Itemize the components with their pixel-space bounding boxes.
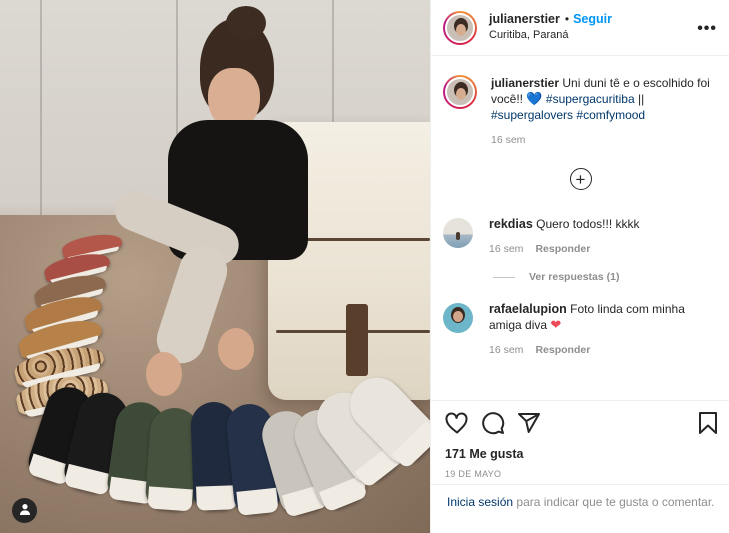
commenter-username[interactable]: rafaelalupion bbox=[489, 302, 567, 316]
post-date[interactable]: 19 DE MAYO bbox=[445, 469, 718, 479]
comment-age[interactable]: 16 sem bbox=[489, 243, 523, 255]
post-side-panel: julianerstier • Seguir Curitiba, Paraná ••… bbox=[430, 0, 729, 533]
comments-list[interactable]: julianerstier Uni duni tê e o escolhido … bbox=[431, 57, 729, 400]
blue-heart-emoji: 💙 bbox=[526, 91, 543, 106]
woman-foot bbox=[146, 352, 182, 396]
plus-circle-icon[interactable]: + bbox=[569, 168, 592, 190]
login-prompt: Inicia sesión para indicar que te gusta … bbox=[431, 484, 729, 511]
caption-separator: || bbox=[637, 92, 645, 106]
hashtag-link[interactable]: #supergalovers bbox=[491, 108, 573, 122]
likes-count[interactable]: 171 Me gusta bbox=[445, 447, 718, 461]
send-icon[interactable] bbox=[517, 411, 541, 435]
bookmark-icon[interactable] bbox=[698, 411, 718, 435]
caption-author-avatar[interactable] bbox=[443, 75, 477, 109]
view-replies-label: Ver respuestas (1) bbox=[529, 271, 620, 283]
caption-age[interactable]: 16 sem bbox=[491, 134, 525, 146]
post-photo[interactable] bbox=[0, 0, 430, 533]
location-link[interactable]: Curitiba, Paraná bbox=[489, 29, 612, 43]
follow-button[interactable]: Seguir bbox=[573, 12, 612, 26]
comment-item: rekdias Quero todos!!! kkkk 16 sem Respon… bbox=[431, 216, 729, 257]
header-separator: • bbox=[564, 11, 570, 26]
user-icon bbox=[19, 503, 31, 518]
commenter-username[interactable]: rekdias bbox=[489, 217, 533, 231]
login-link[interactable]: Inicia sesión bbox=[447, 495, 513, 509]
tagged-users-button[interactable] bbox=[12, 498, 37, 523]
reply-button[interactable]: Responder bbox=[535, 243, 590, 255]
comment-age[interactable]: 16 sem bbox=[489, 344, 523, 356]
author-username[interactable]: julianerstier bbox=[489, 12, 560, 26]
view-replies-button[interactable]: Ver respuestas (1) bbox=[493, 271, 729, 283]
login-prompt-text: para indicar que te gusta o comentar. bbox=[516, 495, 715, 509]
reply-button[interactable]: Responder bbox=[535, 344, 590, 356]
commenter-avatar[interactable] bbox=[443, 218, 473, 248]
woman-hair-bun bbox=[226, 6, 266, 40]
author-avatar[interactable] bbox=[443, 10, 477, 45]
more-options-icon[interactable]: ••• bbox=[697, 20, 717, 38]
post-header: julianerstier • Seguir Curitiba, Paraná ••… bbox=[431, 0, 729, 56]
comment-icon[interactable] bbox=[481, 411, 505, 435]
red-heart-emoji: ❤ bbox=[550, 317, 562, 332]
comment-text: Quero todos!!! kkkk bbox=[536, 217, 640, 231]
hashtag-link[interactable]: #comfymood bbox=[576, 108, 645, 122]
commenter-avatar[interactable] bbox=[443, 303, 473, 333]
comment-item: rafaelalupion Foto linda com minha amiga… bbox=[431, 301, 729, 358]
heart-icon[interactable] bbox=[445, 412, 469, 434]
pouf-strap bbox=[346, 304, 368, 376]
post-actions: 171 Me gusta 19 DE MAYO bbox=[431, 400, 729, 479]
caption: julianerstier Uni duni tê e o escolhido … bbox=[431, 57, 729, 148]
replies-line bbox=[493, 276, 515, 278]
caption-author-username[interactable]: julianerstier bbox=[491, 76, 559, 90]
woman-foot bbox=[218, 328, 254, 370]
wall-panel-seam bbox=[40, 0, 42, 215]
hashtag-link[interactable]: #supergacuritiba bbox=[546, 92, 635, 106]
